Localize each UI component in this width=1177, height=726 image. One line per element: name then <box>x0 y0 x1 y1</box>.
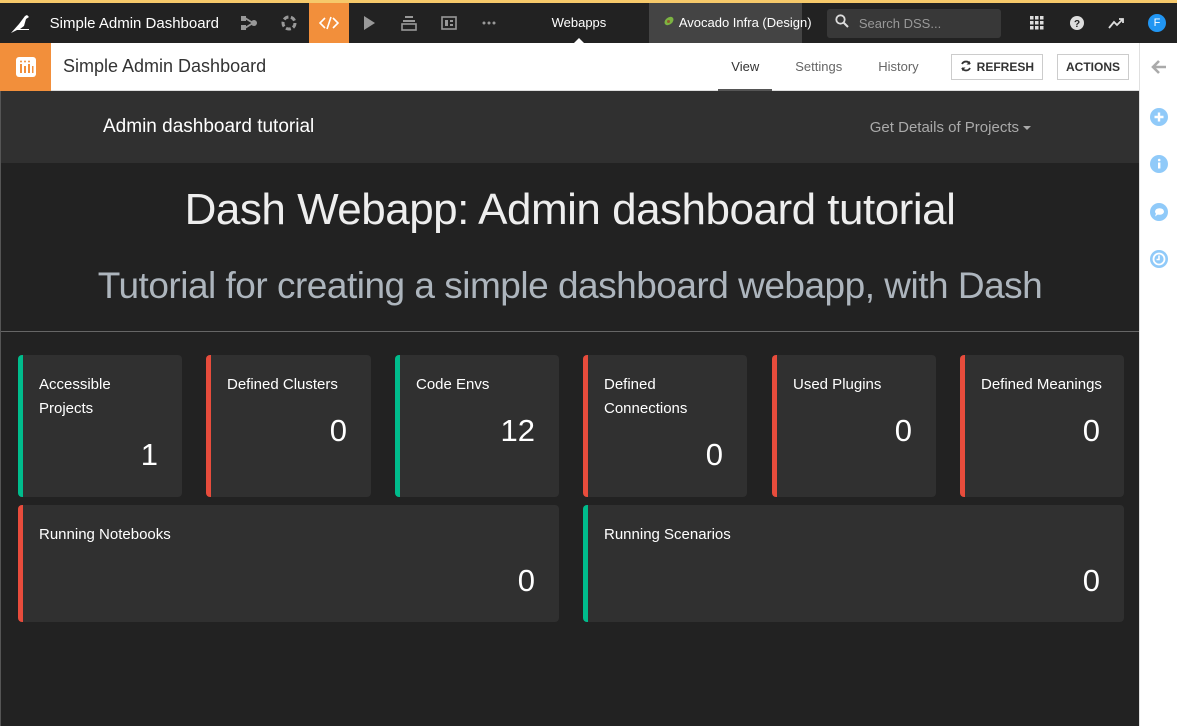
tab-view[interactable]: View <box>718 43 773 91</box>
card-label: Defined Clusters <box>227 376 338 393</box>
card-label: Running Scenarios <box>604 526 731 543</box>
card-label: Defined Connections <box>604 376 688 417</box>
timeline-clock-icon[interactable] <box>1149 249 1169 269</box>
card-value: 1 <box>140 437 158 472</box>
avocado-icon <box>663 3 675 43</box>
dashboard-icon[interactable] <box>429 3 469 43</box>
webapp-content: Admin dashboard tutorial Get Details of … <box>0 91 1139 726</box>
card-accessible-projects: Accessible Projects 1 <box>18 355 182 497</box>
refresh-button[interactable]: REFRESH <box>950 54 1043 80</box>
page-heading: Dash Webapp: Admin dashboard tutorial <box>184 185 956 234</box>
flow-icon[interactable] <box>229 3 269 43</box>
right-rail <box>1139 43 1177 726</box>
trending-icon[interactable] <box>1097 3 1137 43</box>
card-label: Code Envs <box>416 376 490 393</box>
projects-dropdown[interactable]: Get Details of Projects <box>870 119 1031 136</box>
tab-settings[interactable]: Settings <box>782 43 855 91</box>
dataiku-logo-icon[interactable] <box>0 3 40 43</box>
card-value: 0 <box>517 563 535 598</box>
help-icon[interactable]: ? <box>1057 3 1097 43</box>
section-webapps[interactable]: Webapps <box>509 3 649 43</box>
card-label: Used Plugins <box>793 376 882 393</box>
stack-icon[interactable] <box>389 3 429 43</box>
refresh-label: REFRESH <box>976 60 1034 74</box>
page-subheading: Tutorial for creating a simple dashboard… <box>97 265 1043 306</box>
card-running-notebooks: Running Notebooks 0 <box>18 505 559 622</box>
card-code-envs: Code Envs 12 <box>395 355 559 497</box>
card-value: 0 <box>894 413 912 448</box>
card-running-scenarios: Running Scenarios 0 <box>583 505 1124 622</box>
card-defined-clusters: Defined Clusters 0 <box>206 355 371 497</box>
divider <box>1 331 1139 332</box>
instance-label: Avocado Infra (Design) <box>678 15 812 30</box>
card-label: Accessible Projects <box>39 376 111 417</box>
refresh-icon <box>960 60 972 75</box>
apps-grid-icon[interactable] <box>1017 3 1057 43</box>
object-header: Simple Admin Dashboard View Settings His… <box>0 42 1139 91</box>
play-icon[interactable] <box>349 3 389 43</box>
project-name[interactable]: Simple Admin Dashboard <box>50 15 229 32</box>
actions-button[interactable]: ACTIONS <box>1057 54 1129 80</box>
search-input[interactable] <box>858 15 999 31</box>
card-value: 0 <box>705 437 723 472</box>
card-value: 0 <box>329 413 347 448</box>
add-icon[interactable] <box>1149 107 1169 127</box>
tab-history[interactable]: History <box>865 43 931 91</box>
instance-selector[interactable]: Avocado Infra (Design) <box>648 3 812 43</box>
more-icon[interactable] <box>469 3 509 43</box>
app-brand[interactable]: Admin dashboard tutorial <box>103 116 314 138</box>
card-defined-connections: Defined Connections 0 <box>583 355 747 497</box>
circle-dots-icon[interactable] <box>269 3 309 43</box>
search-icon <box>835 13 849 33</box>
card-used-plugins: Used Plugins 0 <box>772 355 936 497</box>
user-avatar[interactable]: F <box>1137 3 1177 43</box>
search-box[interactable] <box>826 8 1001 38</box>
webapp-icon <box>0 42 51 91</box>
card-value: 0 <box>1082 413 1100 448</box>
app-navbar: Admin dashboard tutorial Get Details of … <box>1 91 1139 163</box>
card-label: Defined Meanings <box>981 376 1102 393</box>
card-value: 0 <box>1082 563 1100 598</box>
top-navbar: Simple Admin Dashboard Webapps Avocado I… <box>0 0 1177 43</box>
discussion-icon[interactable] <box>1149 202 1169 222</box>
code-icon[interactable] <box>309 3 350 43</box>
collapse-arrow-icon[interactable] <box>1149 57 1169 77</box>
svg-text:?: ? <box>1074 19 1080 30</box>
card-defined-meanings: Defined Meanings 0 <box>960 355 1124 497</box>
object-title: Simple Admin Dashboard <box>63 56 267 76</box>
card-label: Running Notebooks <box>39 526 171 543</box>
info-icon[interactable] <box>1149 154 1169 174</box>
card-value: 12 <box>500 413 535 448</box>
